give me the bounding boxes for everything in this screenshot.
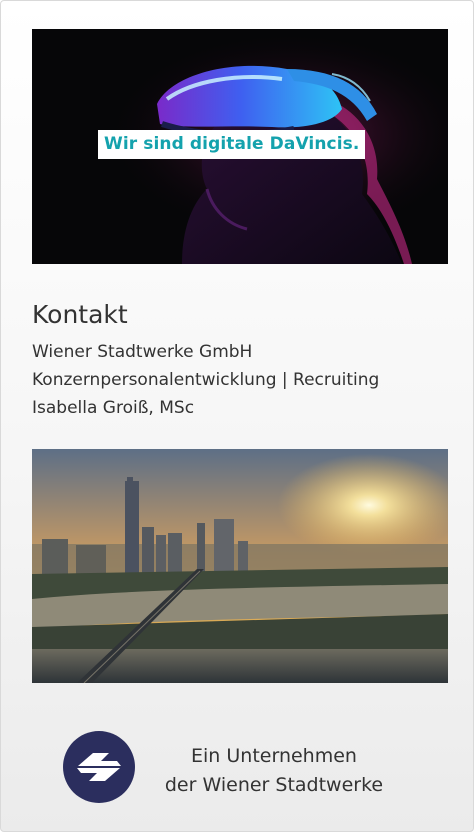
contact-heading: Kontakt (32, 300, 128, 329)
recruiting-card: Wir sind digitale DaVincis. Kontakt Wien… (0, 0, 474, 832)
hero-image-vr-headset: Wir sind digitale DaVincis. (32, 29, 448, 264)
contact-person: Isabella Groiß, MSc (32, 398, 195, 418)
tagline-line-1: Ein Unternehmen (191, 745, 357, 767)
wiener-stadtwerke-logo-icon (63, 731, 135, 803)
contact-department: Konzernpersonalentwicklung | Recruiting (32, 370, 380, 390)
vienna-skyline-image (32, 449, 448, 683)
hero-banner-text: Wir sind digitale DaVincis. (98, 130, 366, 159)
tagline-line-2: der Wiener Stadtwerke (164, 774, 384, 796)
company-tagline: Ein Unternehmen der Wiener Stadtwerke (151, 742, 397, 800)
contact-company: Wiener Stadtwerke GmbH (32, 342, 253, 362)
